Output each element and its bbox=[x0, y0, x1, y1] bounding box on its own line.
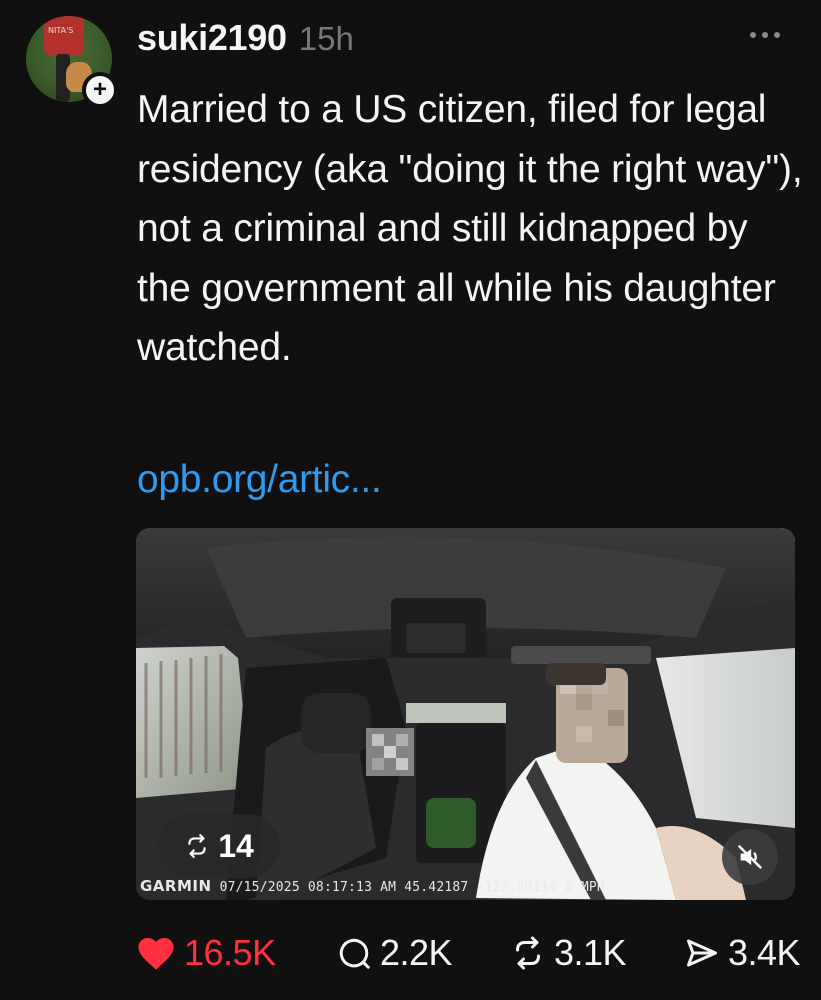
dashcam-speed: 0 MPH bbox=[564, 880, 605, 895]
dashcam-overlay: GARMIN 07/15/2025 08:17:13 AM 45.42187 -… bbox=[140, 877, 605, 895]
share-count: 3.4K bbox=[728, 932, 801, 973]
plus-icon: + bbox=[92, 76, 107, 103]
username[interactable]: suki2190 bbox=[137, 17, 287, 59]
repost-icon bbox=[516, 936, 540, 970]
post-link[interactable]: opb.org/artic... bbox=[137, 458, 382, 502]
share-button[interactable]: 3.4K bbox=[684, 925, 801, 981]
repost-button[interactable]: 3.1K bbox=[510, 925, 627, 981]
more-dot-icon bbox=[762, 32, 768, 38]
heart-filled-icon bbox=[138, 938, 174, 970]
repost-icon bbox=[188, 834, 206, 858]
more-dot-icon bbox=[774, 32, 780, 38]
media-repost-count: 14 bbox=[218, 827, 254, 864]
dashcam-brand: GARMIN bbox=[140, 877, 212, 895]
reply-button[interactable]: 2.2K bbox=[336, 925, 453, 981]
avatar-shirt-text: NITA'S bbox=[48, 26, 74, 35]
more-dot-icon bbox=[750, 32, 756, 38]
like-count: 16.5K bbox=[184, 932, 276, 973]
more-options-button[interactable] bbox=[750, 32, 790, 44]
post-timestamp: 15h bbox=[298, 20, 354, 57]
speaker-muted-icon bbox=[738, 845, 762, 869]
post-header: suki2190 15h bbox=[137, 17, 354, 63]
dashcam-date: 07/15/2025 bbox=[219, 880, 300, 895]
like-button[interactable]: 16.5K bbox=[136, 925, 276, 981]
repost-count: 3.1K bbox=[554, 932, 627, 973]
comment-icon bbox=[339, 938, 370, 969]
send-icon bbox=[687, 939, 717, 967]
media-repost-badge: 14 bbox=[158, 814, 280, 878]
mute-button[interactable] bbox=[722, 829, 778, 885]
dashcam-coords: 45.42187 -122.80114 bbox=[404, 880, 557, 895]
post-text: Married to a US citizen, filed for legal… bbox=[137, 88, 803, 369]
follow-plus-button[interactable]: + bbox=[82, 72, 118, 108]
avatar-shirt bbox=[44, 16, 84, 56]
dashcam-time: 08:17:13 AM bbox=[307, 880, 397, 895]
reply-count: 2.2K bbox=[380, 932, 453, 973]
